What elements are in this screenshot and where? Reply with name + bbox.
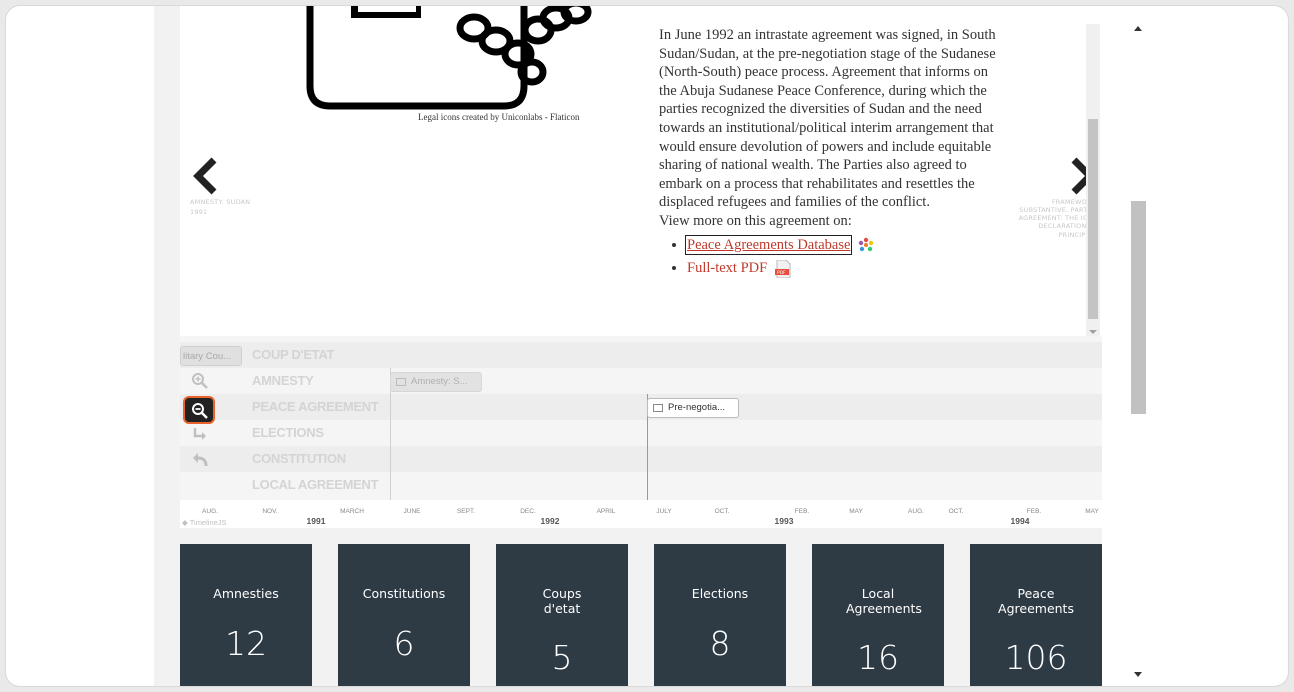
link-list: Peace Agreements Database Full-text PDF … (659, 234, 1009, 278)
group-amnesty: AMNESTY (252, 373, 314, 388)
tick-label: AUG. (202, 508, 218, 515)
tick-label: FEB. (794, 508, 810, 515)
group-constitution: CONSTITUTION (180, 446, 1102, 472)
group-peace-agreement: PEACE AGREEMENT (180, 394, 1102, 420)
page-scrollbar[interactable] (1126, 16, 1154, 677)
year-label: 1994 (1010, 516, 1030, 526)
previous-slide-date: 1991 (190, 208, 208, 217)
pa-database-logo-icon (858, 238, 874, 252)
slide-scrollbar-thumb[interactable] (1088, 119, 1098, 319)
tick-label: MARCH (340, 508, 364, 515)
tick-label: JULY (656, 508, 672, 515)
timeline-marker-pre-negotiation[interactable]: Pre-negotia... (647, 398, 739, 418)
tick-label: OCT. (948, 508, 964, 515)
stat-card-elections[interactable]: Elections 8 (654, 544, 786, 686)
image-icon (653, 404, 663, 412)
scroll-down-icon[interactable] (1134, 672, 1142, 677)
tick-label: NOV. (262, 508, 278, 515)
timelinejs-brand[interactable]: ◆ TimelineJS (182, 518, 227, 527)
previous-slide-button[interactable]: AMNESTY: SUDAN 1991 (190, 156, 250, 216)
chevron-left-icon (193, 157, 217, 195)
stat-card-coups[interactable]: Coups d'etat 5 (496, 544, 628, 686)
svg-text:PDF: PDF (777, 270, 786, 276)
zoom-in-icon[interactable] (190, 372, 210, 392)
browser-viewport: Legal icons created by Uniconlabs - Flat… (6, 6, 1288, 686)
full-text-pdf-link[interactable]: Full-text PDF (687, 260, 767, 276)
image-icon (396, 378, 406, 386)
stats-cards: Amnesties 12 Constitutions 6 Coups d'eta… (180, 544, 1102, 686)
tick-label: MAY (1085, 508, 1099, 515)
timeline-axis: AUG. NOV. MARCH JUNE SEPT. DEC. APRIL JU… (180, 500, 1102, 528)
slide-scrollbar[interactable] (1086, 24, 1100, 336)
year-label: 1991 (306, 516, 326, 526)
view-more-text: View more on this agreement on: (659, 212, 852, 229)
tick-label: JUNE (403, 508, 421, 515)
slide-description: In June 1992 an intrastate agreement was… (659, 26, 1009, 283)
timeline-navigator: COUP D'ETAT AMNESTY PEACE AGREEMENT ELEC… (180, 336, 1102, 528)
pdf-icon: PDF (774, 259, 791, 278)
scroll-up-icon[interactable] (1134, 26, 1142, 31)
group-local-agreement: LOCAL AGREEMENT (252, 477, 379, 492)
group-coup: COUP D'ETAT (180, 342, 1102, 368)
peace-agreements-database-link[interactable]: Peace Agreements Database (684, 234, 853, 255)
image-credit: Legal icons created by Uniconlabs - Flat… (418, 112, 580, 122)
stat-card-constitutions[interactable]: Constitutions 6 (338, 544, 470, 686)
page-scrollbar-thumb[interactable] (1131, 201, 1146, 414)
list-item: Full-text PDF PDF (687, 259, 1009, 278)
tick-label: FEB. (1026, 508, 1042, 515)
back-to-start-icon[interactable] (190, 426, 210, 446)
zoom-out-icon (192, 403, 208, 419)
previous-slide-title: AMNESTY: SUDAN (190, 198, 251, 206)
stat-card-amnesties[interactable]: Amnesties 12 (180, 544, 312, 686)
tick-label: SEPT. (456, 508, 476, 515)
next-slide-button[interactable]: FRAMEWORK-SUBSTANTIVE, PARTIAL AGREEMENT… (1006, 156, 1098, 239)
slide-scroll-down-icon[interactable] (1089, 330, 1097, 334)
year-label: 1993 (774, 516, 794, 526)
year-label: 1992 (540, 516, 560, 526)
tick-label: DEC. (520, 508, 536, 515)
tick-label: OCT. (714, 508, 730, 515)
zoom-out-button[interactable] (183, 396, 215, 424)
agreement-summary: In June 1992 an intrastate agreement was… (659, 27, 996, 211)
undo-icon[interactable] (190, 450, 210, 470)
tick-label: AUG. (908, 508, 924, 515)
next-slide-title: FRAMEWORK-SUBSTANTIVE, PARTIAL AGREEMENT… (1018, 198, 1098, 239)
group-elections: ELECTIONS (252, 425, 324, 440)
timeline-marker-military-coup[interactable]: litary Cou... (180, 346, 242, 366)
stat-card-local-agreements[interactable]: Local Agreements 16 (812, 544, 944, 686)
stat-card-peace-agreements[interactable]: Peace Agreements 106 (970, 544, 1102, 686)
tick-label: MAY (849, 508, 863, 515)
tick-label: APRIL (596, 508, 616, 515)
timeline-marker-amnesty[interactable]: Amnesty: S... (390, 372, 482, 392)
handcuffs-icon (306, 6, 592, 110)
list-item: Peace Agreements Database (684, 234, 1009, 255)
